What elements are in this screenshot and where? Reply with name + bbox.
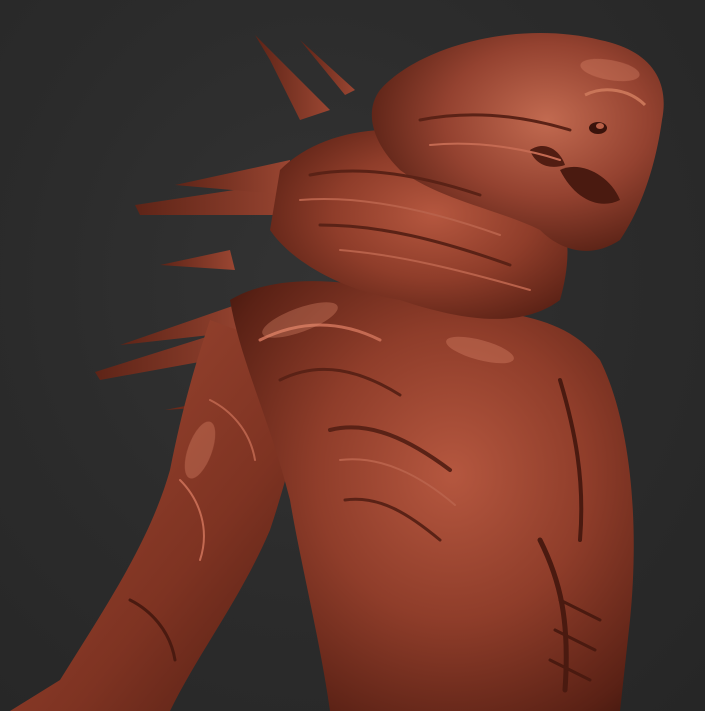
creature-sculpt-render <box>10 33 664 711</box>
torso <box>230 281 634 711</box>
sculpt-viewport[interactable] <box>0 0 705 711</box>
